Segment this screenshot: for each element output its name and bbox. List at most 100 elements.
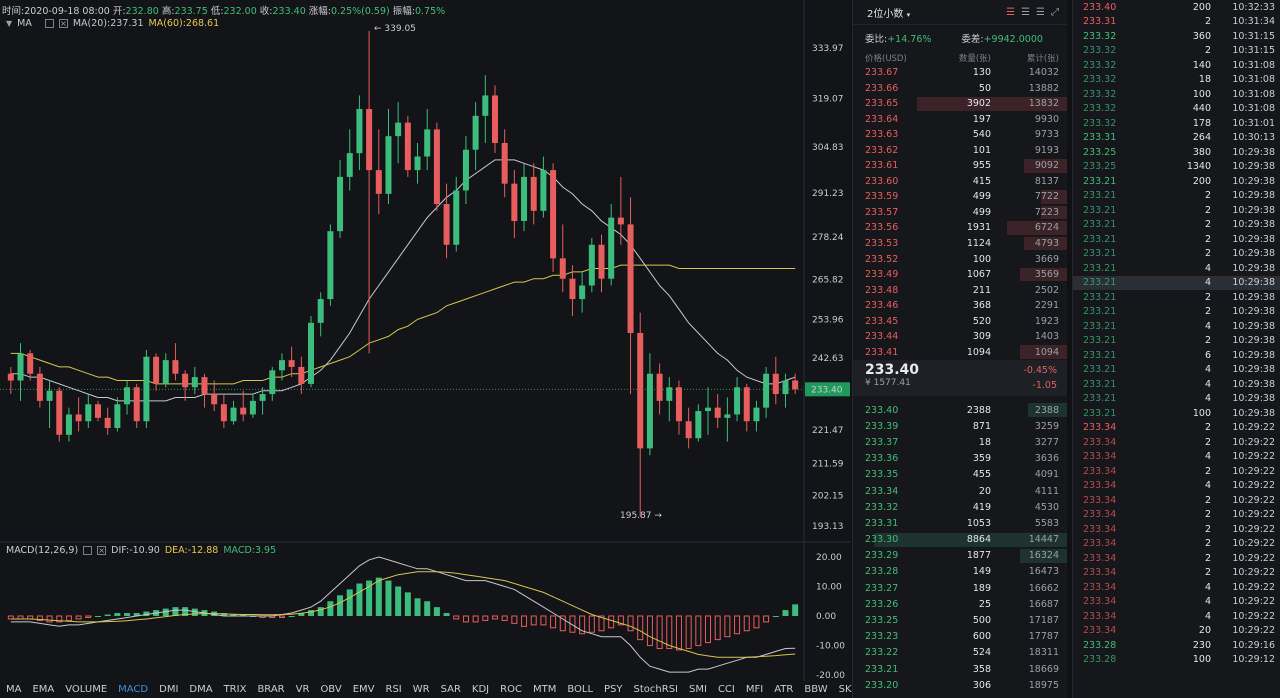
trade-time: 10:29:38 <box>1232 146 1275 158</box>
indicator-tab-roc[interactable]: ROC <box>500 684 522 695</box>
ask-row[interactable]: 233.46 368 2291 <box>853 298 1067 314</box>
candle-body <box>627 224 634 333</box>
bid-row[interactable]: 233.29 1877 16324 <box>853 548 1067 564</box>
bid-row[interactable]: 233.34 20 4111 <box>853 483 1067 499</box>
trade-qty: 100 <box>1192 654 1211 666</box>
indicator-tab-volume[interactable]: VOLUME <box>65 684 107 695</box>
macd-histogram-bar <box>385 580 392 616</box>
indicator-tab-kdj[interactable]: KDJ <box>472 684 489 695</box>
indicator-tab-brar[interactable]: BRAR <box>257 684 284 695</box>
close-icon[interactable]: × <box>58 19 68 28</box>
indicator-tab-smi[interactable]: SMI <box>689 684 707 695</box>
ask-row[interactable]: 233.66 50 13882 <box>853 80 1067 96</box>
ask-row[interactable]: 233.63 540 9733 <box>853 127 1067 143</box>
diff-label: 委差: <box>961 34 984 45</box>
indicator-tab-mfi[interactable]: MFI <box>746 684 763 695</box>
bid-price: 233.25 <box>865 615 899 627</box>
ask-row[interactable]: 233.53 1124 4793 <box>853 236 1067 252</box>
ask-row[interactable]: 233.48 211 2502 <box>853 282 1067 298</box>
bid-row[interactable]: 233.40 2388 2388 <box>853 402 1067 418</box>
candle-body <box>540 170 547 211</box>
view-asks-icon[interactable]: ☰ <box>1036 7 1045 18</box>
ask-row[interactable]: 233.65 3902 13832 <box>853 96 1067 112</box>
bid-row[interactable]: 233.32 419 4530 <box>853 499 1067 515</box>
ask-row[interactable]: 233.60 415 8137 <box>853 174 1067 190</box>
macd-histogram-bar <box>743 615 750 632</box>
ask-row[interactable]: 233.57 499 7223 <box>853 205 1067 221</box>
trade-price: 233.21 <box>1083 175 1117 187</box>
trade-qty: 2 <box>1204 523 1211 535</box>
trade-qty: 4 <box>1204 596 1211 608</box>
candle-body <box>579 285 586 300</box>
indicator-tab-stochrsi[interactable]: StochRSI <box>634 684 678 695</box>
bid-row[interactable]: 233.28 149 16473 <box>853 564 1067 580</box>
precision-select[interactable]: 2位小数 ▾ <box>867 5 910 20</box>
ask-row[interactable]: 233.61 955 9092 <box>853 158 1067 174</box>
ask-row[interactable]: 233.67 130 14032 <box>853 65 1067 80</box>
ask-row[interactable]: 233.52 100 3669 <box>853 251 1067 267</box>
ask-row[interactable]: 233.56 1931 6724 <box>853 220 1067 236</box>
ask-total: 9930 <box>1034 113 1059 125</box>
chevron-down-icon[interactable]: ▼ <box>6 19 12 28</box>
macd-histogram-bar <box>530 615 537 626</box>
bid-total: 5583 <box>1034 517 1059 529</box>
trade-price: 233.34 <box>1083 581 1117 593</box>
indicator-tab-psy[interactable]: PSY <box>604 684 623 695</box>
indicator-tab-vr[interactable]: VR <box>296 684 310 695</box>
settings-icon[interactable] <box>44 19 54 28</box>
trade-price: 233.34 <box>1083 523 1117 535</box>
indicator-tab-ma[interactable]: MA <box>6 684 21 695</box>
bid-row[interactable]: 233.36 359 3636 <box>853 451 1067 467</box>
ask-row[interactable]: 233.41 1094 1094 <box>853 344 1067 360</box>
indicator-tab-dmi[interactable]: DMI <box>159 684 178 695</box>
indicator-tab-macd[interactable]: MACD <box>118 684 148 695</box>
bid-row[interactable]: 233.23 600 17787 <box>853 629 1067 645</box>
indicator-tab-ema[interactable]: EMA <box>32 684 54 695</box>
ask-qty: 211 <box>972 284 991 296</box>
bid-row[interactable]: 233.20 306 18975 <box>853 677 1067 693</box>
indicator-tab-mtm[interactable]: MTM <box>533 684 556 695</box>
indicator-tab-dma[interactable]: DMA <box>189 684 212 695</box>
indicator-tab-trix[interactable]: TRIX <box>224 684 247 695</box>
kline-chart-panel[interactable]: 333.97 319.07 304.83 291.23 278.24 265.82 253.… <box>0 0 896 698</box>
indicator-tab-boll[interactable]: BOLL <box>567 684 593 695</box>
trade-price: 233.21 <box>1083 393 1117 405</box>
trade-price: 233.21 <box>1083 262 1117 274</box>
indicator-tab-sar[interactable]: SAR <box>441 684 461 695</box>
indicator-tab-wr[interactable]: WR <box>413 684 430 695</box>
trade-price: 233.34 <box>1083 567 1117 579</box>
indicator-tab-cci[interactable]: CCI <box>718 684 735 695</box>
indicator-tab-bbw[interactable]: BBW <box>804 684 827 695</box>
kline-chart-canvas[interactable]: 333.97 319.07 304.83 291.23 278.24 265.82 253.… <box>0 0 850 698</box>
bid-row[interactable]: 233.37 18 3277 <box>853 434 1067 450</box>
settings-icon[interactable] <box>83 546 93 555</box>
diff-value: +9942.0000 <box>983 34 1043 45</box>
ask-row[interactable]: 233.49 1067 3569 <box>853 267 1067 283</box>
indicator-tab-emv[interactable]: EMV <box>353 684 375 695</box>
ask-row[interactable]: 233.64 197 9930 <box>853 112 1067 128</box>
trade-row: 233.31 264 10:30:13 <box>1073 131 1280 146</box>
indicator-tab-obv[interactable]: OBV <box>320 684 341 695</box>
bid-row[interactable]: 233.39 871 3259 <box>853 418 1067 434</box>
bid-row[interactable]: 233.35 455 4091 <box>853 467 1067 483</box>
current-price-label: 233.40 <box>811 385 843 395</box>
bid-row[interactable]: 233.22 524 18311 <box>853 645 1067 661</box>
close-icon[interactable]: × <box>97 546 107 555</box>
ask-row[interactable]: 233.45 520 1923 <box>853 313 1067 329</box>
bid-row[interactable]: 233.31 1053 5583 <box>853 515 1067 531</box>
bid-qty: 2388 <box>966 404 991 416</box>
bid-row[interactable]: 233.30 8864 14447 <box>853 532 1067 548</box>
bid-row[interactable]: 233.27 189 16662 <box>853 580 1067 596</box>
ask-qty: 197 <box>972 113 991 125</box>
ask-row[interactable]: 233.44 309 1403 <box>853 329 1067 345</box>
bid-row[interactable]: 233.26 25 16687 <box>853 596 1067 612</box>
expand-icon[interactable]: ⤢ <box>1051 7 1059 18</box>
view-both-icon[interactable]: ☰ <box>1006 7 1015 18</box>
indicator-tab-rsi[interactable]: RSI <box>386 684 402 695</box>
bid-row[interactable]: 233.21 358 18669 <box>853 661 1067 677</box>
ask-row[interactable]: 233.59 499 7722 <box>853 189 1067 205</box>
ask-row[interactable]: 233.62 101 9193 <box>853 143 1067 159</box>
indicator-tab-atr[interactable]: ATR <box>774 684 793 695</box>
view-bids-icon[interactable]: ☰ <box>1021 7 1030 18</box>
bid-row[interactable]: 233.25 500 17187 <box>853 612 1067 628</box>
